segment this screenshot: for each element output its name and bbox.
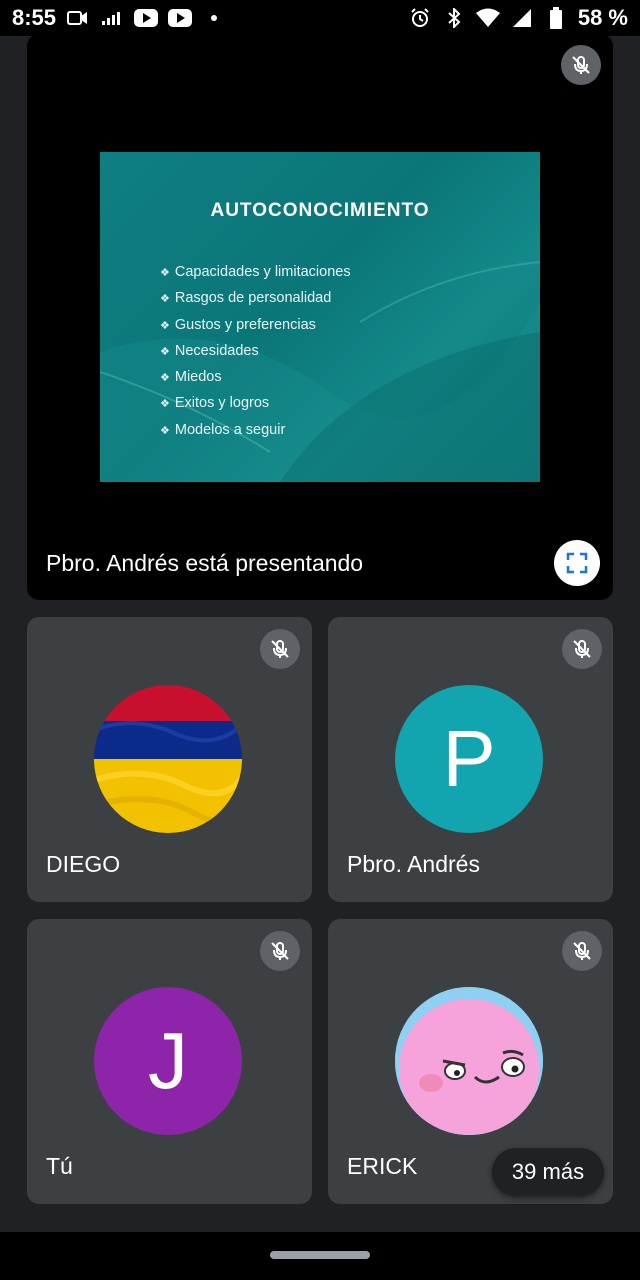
avatar bbox=[395, 987, 543, 1135]
participant-tile-self[interactable]: J Tú bbox=[27, 919, 312, 1204]
slide-bullet-item: ❖ Gustos y preferencias bbox=[160, 316, 316, 333]
wifi-icon bbox=[475, 8, 500, 28]
fullscreen-icon bbox=[566, 552, 588, 574]
mic-off-icon bbox=[561, 45, 601, 85]
fullscreen-button[interactable] bbox=[554, 540, 600, 586]
mic-off-icon bbox=[562, 629, 602, 669]
status-time: 8:55 bbox=[12, 5, 57, 30]
slide-bullet-item: ❖ Modelos a seguir bbox=[160, 421, 286, 438]
slide-bullet-item: ❖ Capacidades y limitaciones bbox=[160, 264, 351, 280]
slide-title: AUTOCONOCIMIENTO bbox=[210, 200, 430, 221]
slide-bullet-item: ❖ Miedos bbox=[160, 369, 222, 386]
mic-off-icon bbox=[562, 931, 602, 971]
presenting-label: Pbro. Andrés está presentando bbox=[46, 550, 364, 576]
avatar-initial: P bbox=[442, 714, 496, 803]
youtube-icon bbox=[168, 8, 193, 28]
avatar bbox=[94, 685, 242, 833]
participant-tile-diego[interactable]: DIEGO bbox=[27, 617, 312, 902]
participant-name: Pbro. Andrés bbox=[347, 851, 480, 877]
battery-icon bbox=[544, 7, 568, 29]
signal-bars-icon bbox=[100, 8, 124, 28]
bluetooth-icon bbox=[442, 8, 466, 28]
presentation-slide: AUTOCONOCIMIENTO ❖ Capacidades y limitaci… bbox=[100, 152, 540, 482]
dot-icon bbox=[202, 8, 226, 28]
presentation-tile[interactable]: AUTOCONOCIMIENTO ❖ Capacidades y limitaci… bbox=[27, 34, 613, 600]
status-bar: 8:55 58 % bbox=[0, 0, 640, 36]
flag-avatar-image bbox=[94, 685, 242, 833]
cell-signal-icon bbox=[510, 8, 534, 28]
participant-name: ERICK bbox=[347, 1153, 418, 1179]
video-camera-icon bbox=[66, 8, 90, 28]
mic-off-icon bbox=[260, 629, 300, 669]
participant-tile-andres[interactable]: P Pbro. Andrés bbox=[328, 617, 613, 902]
youtube-icon bbox=[134, 8, 159, 28]
slide-bullet-item: ❖ Exitos y logros bbox=[160, 395, 270, 412]
participant-name: Tú bbox=[46, 1153, 73, 1179]
avatar: J bbox=[94, 987, 242, 1135]
home-gesture-handle[interactable] bbox=[270, 1251, 370, 1259]
slide-bullet-list: ❖ Capacidades y limitaciones ❖ Rasgos de p… bbox=[160, 259, 351, 443]
mic-off-icon bbox=[260, 931, 300, 971]
alarm-icon bbox=[408, 8, 432, 28]
cartoon-avatar-image bbox=[395, 987, 543, 1135]
avatar: P bbox=[395, 685, 543, 833]
slide-bullet-item: ❖ Necesidades bbox=[160, 342, 259, 359]
more-participants-button[interactable]: 39 más bbox=[492, 1148, 604, 1196]
participant-name: DIEGO bbox=[46, 851, 121, 877]
slide-bullet-item: ❖ Rasgos de personalidad bbox=[160, 290, 332, 307]
avatar-initial: J bbox=[148, 1016, 188, 1105]
battery-percent: 58 % bbox=[577, 5, 628, 30]
